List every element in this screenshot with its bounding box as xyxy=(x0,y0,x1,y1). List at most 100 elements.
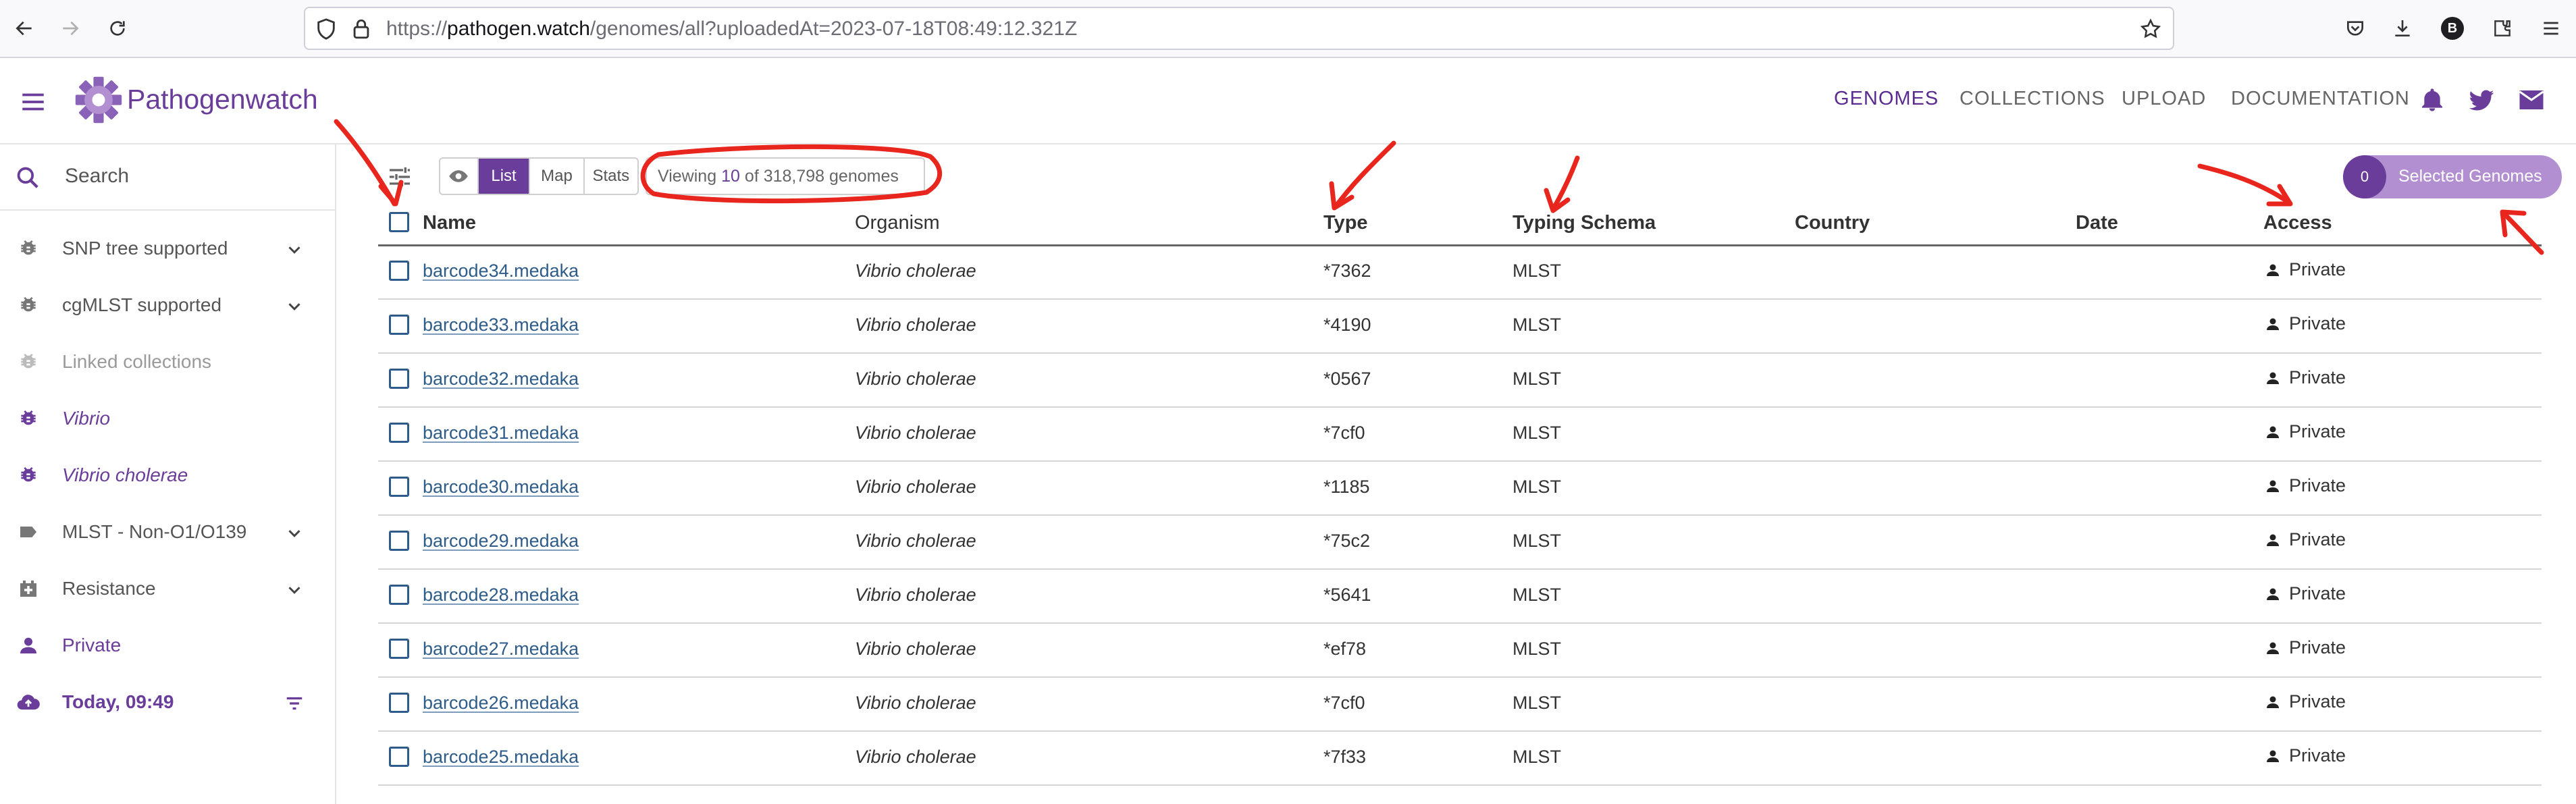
logo-wordmark[interactable]: Pathogenwatch xyxy=(127,84,318,115)
viewing-total: of 318,798 genomes xyxy=(744,166,899,186)
sidebar-item-linked-collections[interactable]: Linked collections xyxy=(0,333,335,390)
person-icon xyxy=(2267,264,2279,276)
sidebar-item-mlst[interactable]: MLST - Non-O1/O139 xyxy=(0,504,335,560)
column-access[interactable]: Access xyxy=(2263,212,2332,234)
profile-initial: B xyxy=(2441,17,2464,40)
app-menu-icon[interactable] xyxy=(2536,14,2566,43)
nav-collections[interactable]: COLLECTIONS xyxy=(1960,88,2105,110)
hamburger-menu-icon[interactable] xyxy=(19,88,47,119)
table-row: barcode32.medaka Vibrio cholerae *0567 MLST… xyxy=(378,352,2542,408)
column-organism[interactable]: Organism xyxy=(855,212,940,234)
nav-upload[interactable]: UPLOAD xyxy=(2122,88,2206,110)
bookmark-star-icon[interactable] xyxy=(2139,18,2162,44)
column-country[interactable]: Country xyxy=(1795,212,1870,234)
genome-name-link[interactable]: barcode25.medaka xyxy=(423,747,579,768)
nav-documentation[interactable]: DOCUMENTATION xyxy=(2231,88,2410,110)
typing-schema-cell: MLST xyxy=(1513,261,1562,281)
sidebar-item-snp-tree[interactable]: SNP tree supported xyxy=(0,220,335,277)
bug-icon xyxy=(16,350,41,374)
nav-genomes[interactable]: GENOMES xyxy=(1834,88,1939,110)
sidebar-item-vibrio[interactable]: Vibrio xyxy=(0,390,335,447)
row-checkbox[interactable] xyxy=(389,585,409,605)
table-row: barcode30.medaka Vibrio cholerae *1185 MLST… xyxy=(378,460,2542,516)
view-map-button[interactable]: Map xyxy=(530,159,585,194)
genome-name-link[interactable]: barcode28.medaka xyxy=(423,585,579,606)
row-checkbox[interactable] xyxy=(389,261,409,281)
url-bar[interactable]: https://pathogen.watch/genomes/all?uploa… xyxy=(304,7,2174,50)
typing-schema-cell: MLST xyxy=(1513,639,1562,659)
selected-count-badge: 0 xyxy=(2343,155,2386,198)
row-checkbox[interactable] xyxy=(389,639,409,659)
pocket-icon[interactable] xyxy=(2340,14,2370,43)
sidebar-search[interactable]: Search xyxy=(0,144,335,211)
chevron-down-icon[interactable] xyxy=(282,578,307,602)
access-cell: Private xyxy=(2265,745,2346,766)
filter-list-icon[interactable] xyxy=(282,691,307,716)
selected-genomes-label: Selected Genomes xyxy=(2398,167,2542,186)
chevron-down-icon[interactable] xyxy=(282,521,307,545)
column-name[interactable]: Name xyxy=(423,212,476,234)
person-icon xyxy=(2267,426,2279,438)
row-checkbox[interactable] xyxy=(389,747,409,767)
column-typing-schema[interactable]: Typing Schema xyxy=(1513,212,1656,234)
organism-cell: Vibrio cholerae xyxy=(855,369,976,389)
genome-name-link[interactable]: barcode30.medaka xyxy=(423,477,579,498)
type-cell: *1185 xyxy=(1323,477,1370,497)
select-all-checkbox[interactable] xyxy=(389,212,409,232)
genome-name-link[interactable]: barcode29.medaka xyxy=(423,531,579,552)
reload-icon[interactable] xyxy=(103,14,132,43)
table-row: barcode33.medaka Vibrio cholerae *4190 MLST… xyxy=(378,298,2542,354)
column-date[interactable]: Date xyxy=(2076,212,2118,234)
label-icon xyxy=(16,520,41,544)
column-type[interactable]: Type xyxy=(1323,212,1368,234)
profile-avatar[interactable]: B xyxy=(2438,14,2467,43)
sidebar-item-private[interactable]: Private xyxy=(0,617,335,674)
sidebar-item-label: cgMLST supported xyxy=(62,294,222,315)
pathogenwatch-logo-icon[interactable] xyxy=(73,74,124,129)
genome-name-link[interactable]: barcode32.medaka xyxy=(423,369,579,390)
row-checkbox[interactable] xyxy=(389,531,409,551)
row-checkbox[interactable] xyxy=(389,693,409,713)
sidebar-item-vibrio-cholerae[interactable]: Vibrio cholerae xyxy=(0,447,335,504)
row-checkbox[interactable] xyxy=(389,369,409,389)
sidebar-item-resistance[interactable]: Resistance xyxy=(0,560,335,617)
genome-name-link[interactable]: barcode26.medaka xyxy=(423,693,579,714)
person-icon xyxy=(16,633,41,658)
view-list-button[interactable]: List xyxy=(478,159,531,194)
genome-name-link[interactable]: barcode33.medaka xyxy=(423,315,579,336)
shield-icon[interactable] xyxy=(315,18,338,44)
row-checkbox[interactable] xyxy=(389,423,409,443)
chevron-down-icon[interactable] xyxy=(282,294,307,319)
back-icon[interactable] xyxy=(9,14,39,43)
forward-icon[interactable] xyxy=(55,14,85,43)
row-checkbox[interactable] xyxy=(389,315,409,335)
bug-icon xyxy=(16,463,41,487)
sidebar-item-cgmlst[interactable]: cgMLST supported xyxy=(0,277,335,333)
access-label: Private xyxy=(2289,259,2346,279)
type-cell: *4190 xyxy=(1323,315,1371,335)
lock-icon[interactable] xyxy=(350,18,373,44)
type-cell: *ef78 xyxy=(1323,639,1367,659)
email-icon[interactable] xyxy=(2517,88,2546,115)
extensions-icon[interactable] xyxy=(2488,14,2517,43)
sidebar-item-upload-date[interactable]: Today, 09:49 xyxy=(0,674,335,730)
access-label: Private xyxy=(2289,583,2346,604)
view-stats-button[interactable]: Stats xyxy=(585,159,637,194)
person-icon xyxy=(2267,372,2279,384)
twitter-icon[interactable] xyxy=(2467,86,2496,117)
genome-name-link[interactable]: barcode27.medaka xyxy=(423,639,579,660)
search-icon xyxy=(15,165,41,194)
genome-name-link[interactable]: barcode31.medaka xyxy=(423,423,579,444)
genome-name-link[interactable]: barcode34.medaka xyxy=(423,261,579,282)
access-cell: Private xyxy=(2265,691,2346,712)
filter-toggle-icon[interactable] xyxy=(385,162,415,192)
download-icon[interactable] xyxy=(2388,14,2417,43)
notifications-bell-icon[interactable] xyxy=(2419,86,2446,117)
chevron-down-icon[interactable] xyxy=(282,238,307,262)
row-checkbox[interactable] xyxy=(389,477,409,497)
selected-genomes-button[interactable]: 0 Selected Genomes xyxy=(2343,155,2562,198)
viewing-number: 10 xyxy=(721,166,740,186)
eye-icon xyxy=(440,159,479,194)
organism-cell: Vibrio cholerae xyxy=(855,423,976,443)
url-text[interactable]: https://pathogen.watch/genomes/all?uploa… xyxy=(386,18,1077,41)
